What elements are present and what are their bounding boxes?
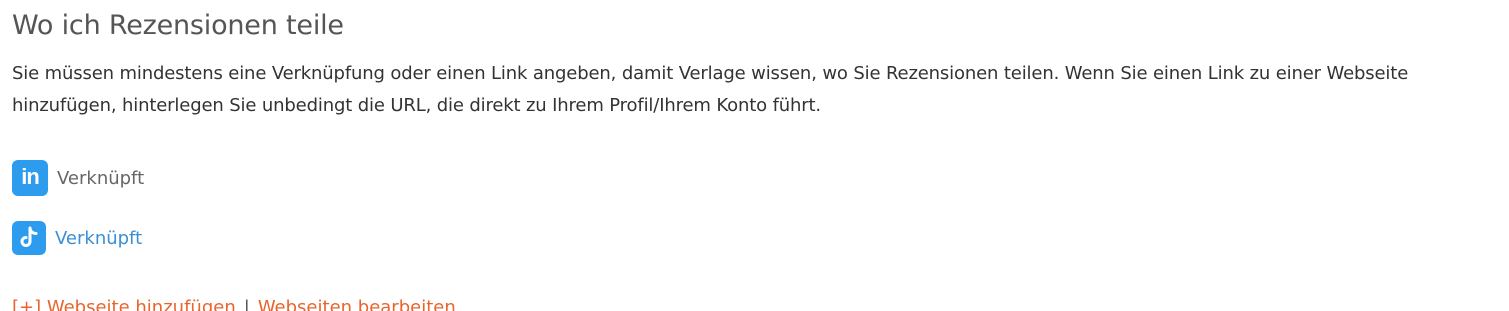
tiktok-icon — [12, 221, 46, 255]
social-connection-tiktok: Verknüpft — [12, 220, 1509, 256]
add-website-link[interactable]: [+] Webseite hinzufügen — [12, 297, 236, 311]
review-sharing-section: Wo ich Rezensionen teile Sie müssen mind… — [0, 0, 1509, 311]
section-description: Sie müssen mindestens eine Verknüpfung o… — [12, 63, 1409, 116]
tiktok-status-link[interactable]: Verknüpft — [55, 228, 142, 249]
website-actions: [+] Webseite hinzufügen | Webseiten bearbe… — [12, 297, 1509, 311]
edit-websites-link[interactable]: Webseiten bearbeiten — [258, 297, 456, 311]
linkedin-status: Verknüpft — [57, 167, 145, 189]
section-title: Wo ich Rezensionen teile — [12, 10, 344, 41]
social-connection-linkedin: in Verknüpft — [12, 160, 1509, 196]
linkedin-icon: in — [12, 160, 48, 196]
social-connections-list: in Verknüpft Verknüpft — [12, 160, 1509, 256]
linkedin-icon-text: in — [21, 164, 40, 189]
actions-separator: | — [243, 297, 250, 311]
tiktok-glyph — [20, 226, 38, 247]
